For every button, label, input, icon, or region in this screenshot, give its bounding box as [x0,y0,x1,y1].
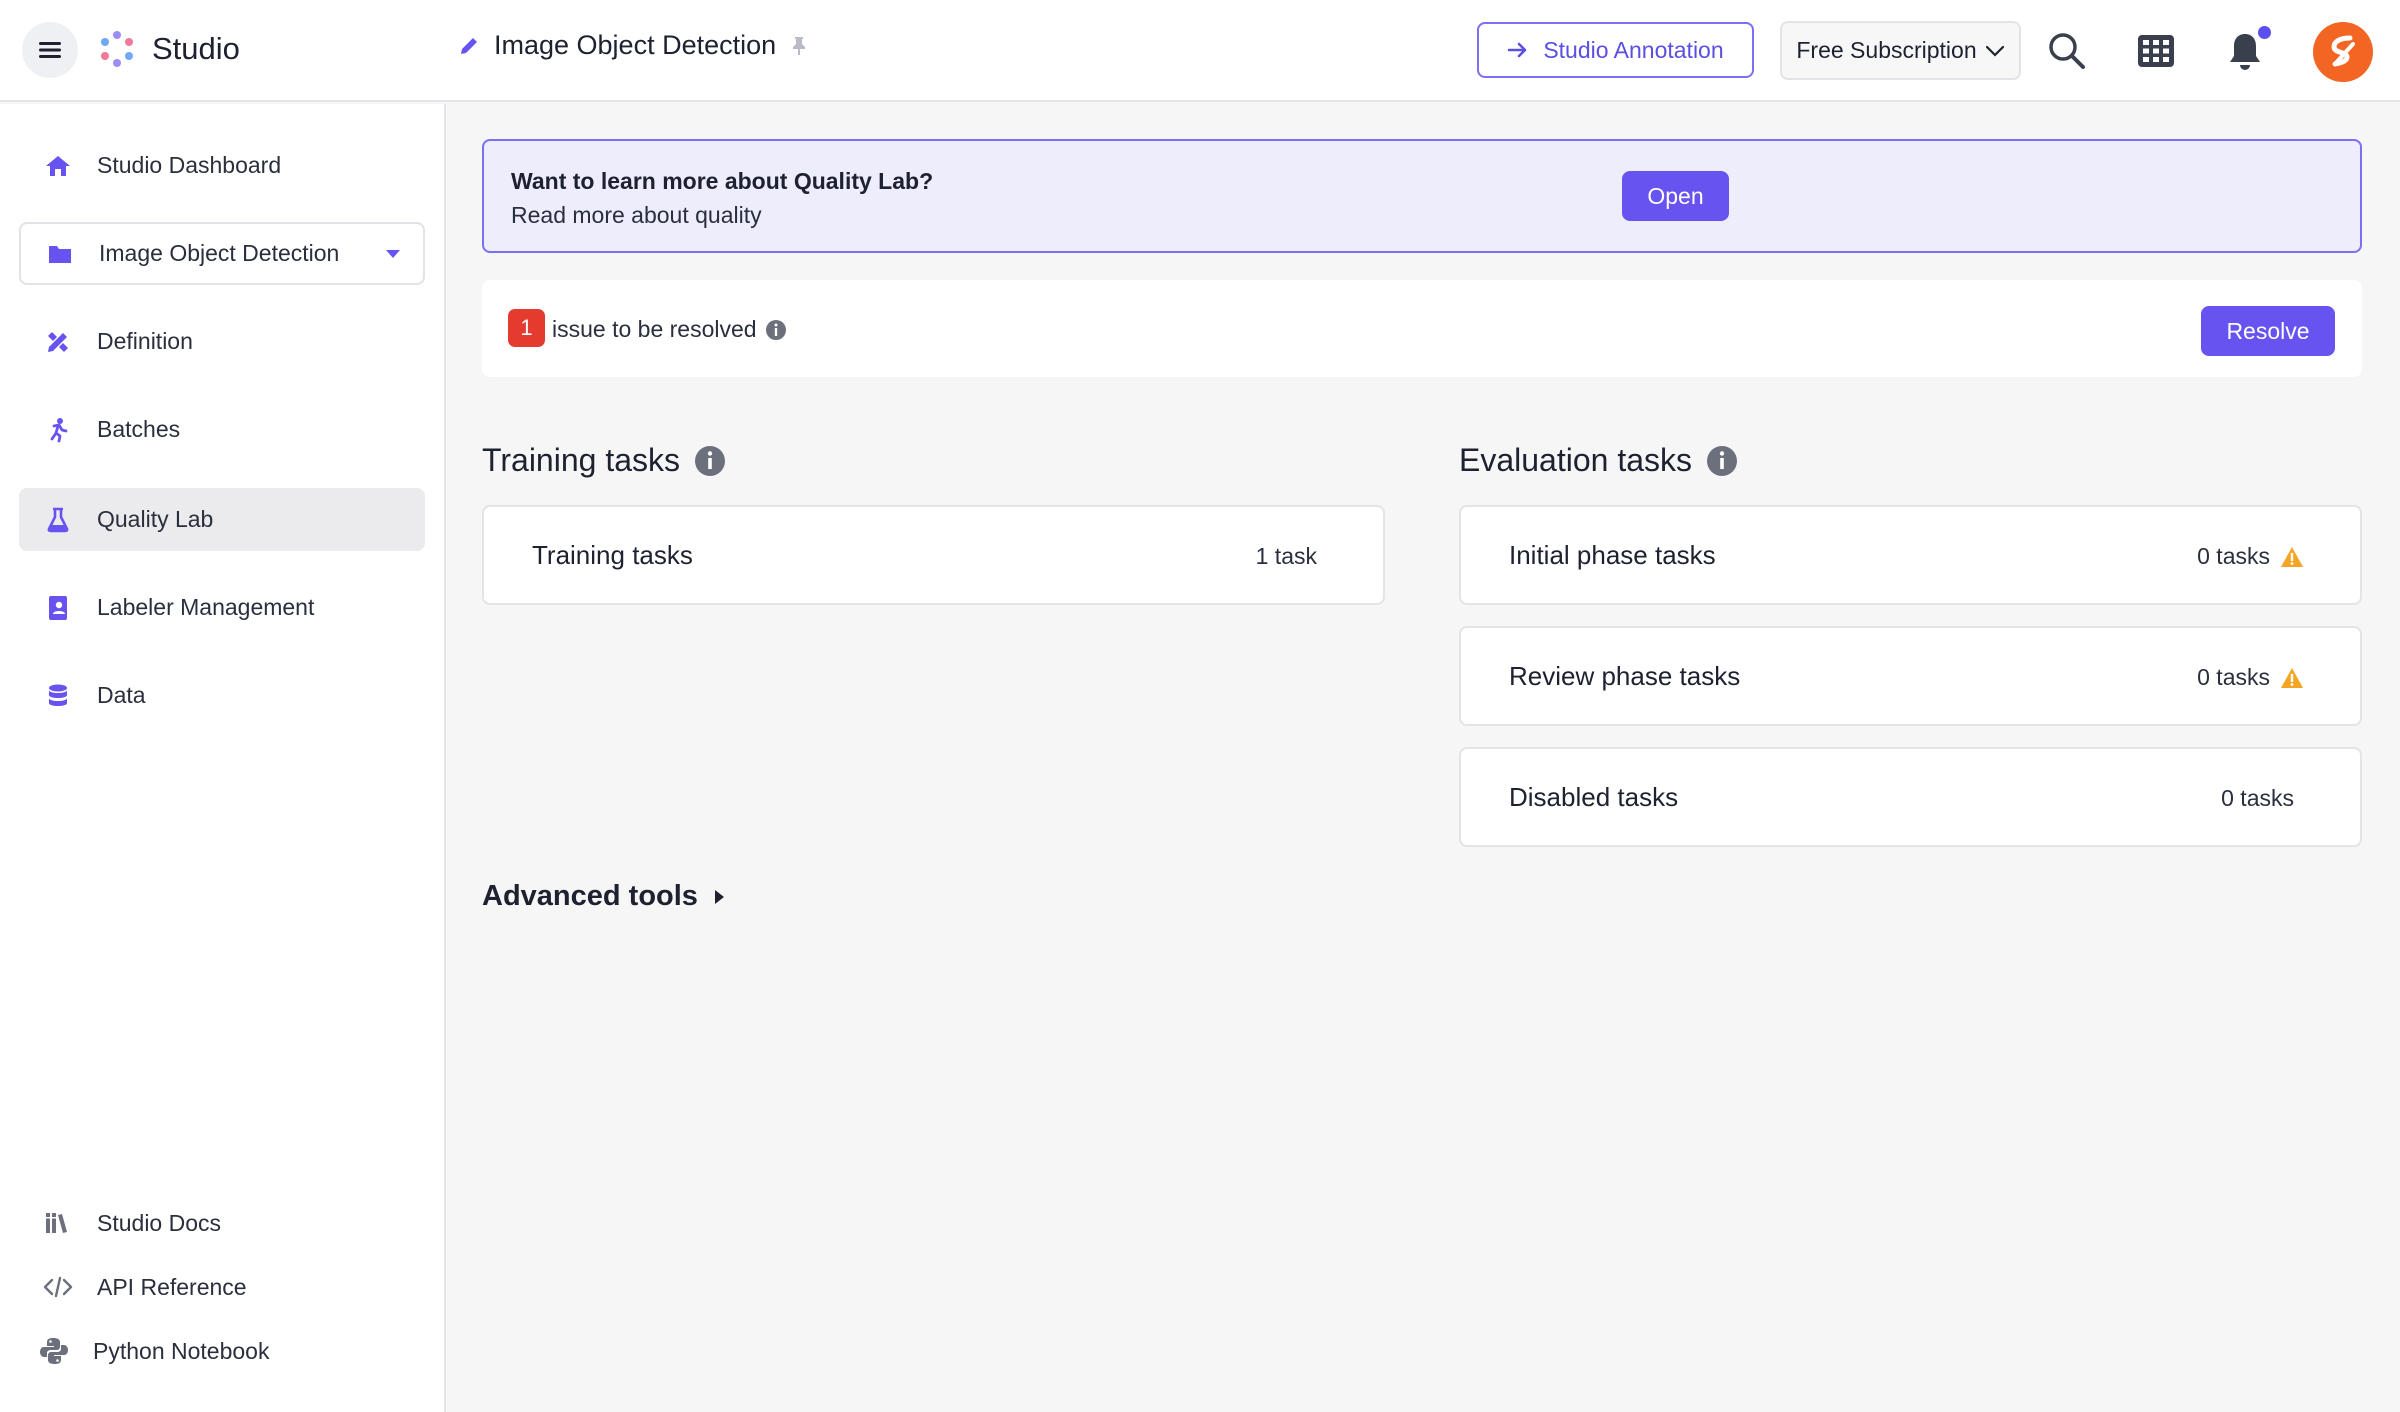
subscription-dropdown[interactable]: Free Subscription [1780,21,2021,80]
menu-button[interactable] [22,22,78,78]
sidebar-item-batches[interactable]: Batches [19,398,425,461]
sidebar-item-project[interactable]: Image Object Detection [19,222,425,285]
sidebar-link-python-notebook[interactable]: Python Notebook [19,1326,269,1376]
python-icon [39,1336,69,1366]
footer-link-label: Studio Docs [97,1209,222,1236]
banner-subtitle: Read more about quality [511,202,762,228]
issue-text-label: issue to be resolved [552,316,757,342]
project-title-text: Image Object Detection [494,30,777,60]
sidebar-item-dashboard[interactable]: Studio Dashboard [19,134,425,197]
caret-right-icon [714,889,724,904]
grid-icon [2138,35,2174,67]
sidebar-item-label: Labeler Management [97,594,315,620]
quality-lab-banner: Want to learn more about Quality Lab? Re… [482,139,2362,253]
top-bar: Studio Image Object Detection Studio Ann… [0,0,2400,102]
pencil-icon [461,37,477,54]
pin-icon[interactable] [790,35,808,57]
advanced-tools-label: Advanced tools [482,880,698,912]
home-icon [43,154,73,178]
sidebar-item-label: Studio Dashboard [97,152,282,178]
hamburger-icon [39,42,61,58]
avatar[interactable] [2313,22,2373,82]
open-button[interactable]: Open [1622,171,1729,221]
resolve-button-label: Resolve [2226,317,2310,344]
review-phase-tasks-card[interactable]: Review phase tasks 0 tasks [1459,626,2362,726]
evaluation-tasks-title: Evaluation tasks [1459,442,1693,478]
card-count: 1 task [1256,543,1317,570]
brand[interactable]: Studio [98,30,240,68]
footer-link-label: API Reference [97,1273,247,1300]
subscription-label: Free Subscription [1796,37,1977,63]
issue-count-badge: 1 [508,309,545,347]
disabled-tasks-card[interactable]: Disabled tasks 0 tasks [1459,747,2362,847]
training-tasks-heading: Training tasks [482,442,726,479]
info-icon[interactable] [694,445,726,477]
card-count: 0 tasks [2197,543,2304,570]
warning-icon [2281,546,2303,567]
initial-phase-tasks-card[interactable]: Initial phase tasks 0 tasks [1459,505,2362,605]
card-count: 0 tasks [2221,785,2294,812]
bell-icon [2230,34,2260,70]
contact-book-icon [43,595,73,621]
card-count-text: 0 tasks [2197,664,2270,690]
warning-icon [2281,667,2303,688]
search-button[interactable] [2044,28,2090,74]
evaluation-tasks-heading: Evaluation tasks [1459,442,1738,479]
sidebar: Studio Dashboard Image Object Detection … [0,104,446,1412]
chevron-down-icon [1985,45,2004,57]
banner-title: Want to learn more about Quality Lab? [511,168,934,194]
sidebar-item-definition[interactable]: Definition [19,310,425,373]
card-count-text: 0 tasks [2197,543,2270,569]
sidebar-item-label: Quality Lab [97,506,214,532]
training-tasks-card[interactable]: Training tasks 1 task [482,505,1385,605]
card-count-text: 1 task [1255,543,1317,569]
sidebar-item-labeler-management[interactable]: Labeler Management [19,576,425,639]
card-count-text: 0 tasks [2221,785,2294,811]
card-label: Review phase tasks [1509,661,1741,691]
database-icon [43,683,73,709]
apps-button[interactable] [2133,28,2179,74]
advanced-tools-toggle[interactable]: Advanced tools [482,880,726,913]
info-icon[interactable] [1706,445,1738,477]
sidebar-item-quality-lab[interactable]: Quality Lab [19,488,425,551]
arrow-right-icon [1508,42,1527,58]
sidebar-item-label: Image Object Detection [99,240,340,266]
sidebar-item-label: Batches [97,416,181,442]
code-icon [43,1276,73,1298]
books-icon [43,1211,73,1235]
studio-logo-icon [101,31,133,67]
footer-link-label: Python Notebook [93,1337,270,1364]
flask-icon [43,507,73,533]
app-name: Studio [152,31,240,66]
info-icon[interactable] [765,319,787,341]
open-button-label: Open [1647,182,1704,209]
sidebar-item-label: Data [97,682,146,708]
card-label: Initial phase tasks [1509,540,1716,570]
search-icon [2049,33,2085,69]
issue-text: issue to be resolved [552,316,787,343]
studio-annotation-label: Studio Annotation [1543,36,1724,63]
user-logo-icon [2331,35,2355,67]
resolve-button[interactable]: Resolve [2201,306,2335,356]
training-tasks-title: Training tasks [482,442,680,478]
notification-dot [2258,26,2271,39]
card-count: 0 tasks [2197,664,2304,691]
sidebar-item-label: Definition [97,328,193,354]
running-icon [43,417,73,443]
card-label: Disabled tasks [1509,782,1679,812]
folder-icon [45,243,75,265]
card-label: Training tasks [532,540,693,570]
sidebar-link-api-reference[interactable]: API Reference [19,1262,247,1312]
project-title[interactable]: Image Object Detection [458,30,808,61]
sidebar-link-studio-docs[interactable]: Studio Docs [19,1198,221,1248]
studio-annotation-button[interactable]: Studio Annotation [1477,22,1754,78]
pencil-ruler-icon [43,329,73,355]
sidebar-item-data[interactable]: Data [19,664,425,727]
issues-panel: 1 issue to be resolved Resolve [482,280,2362,377]
caret-down-icon[interactable] [385,248,401,260]
